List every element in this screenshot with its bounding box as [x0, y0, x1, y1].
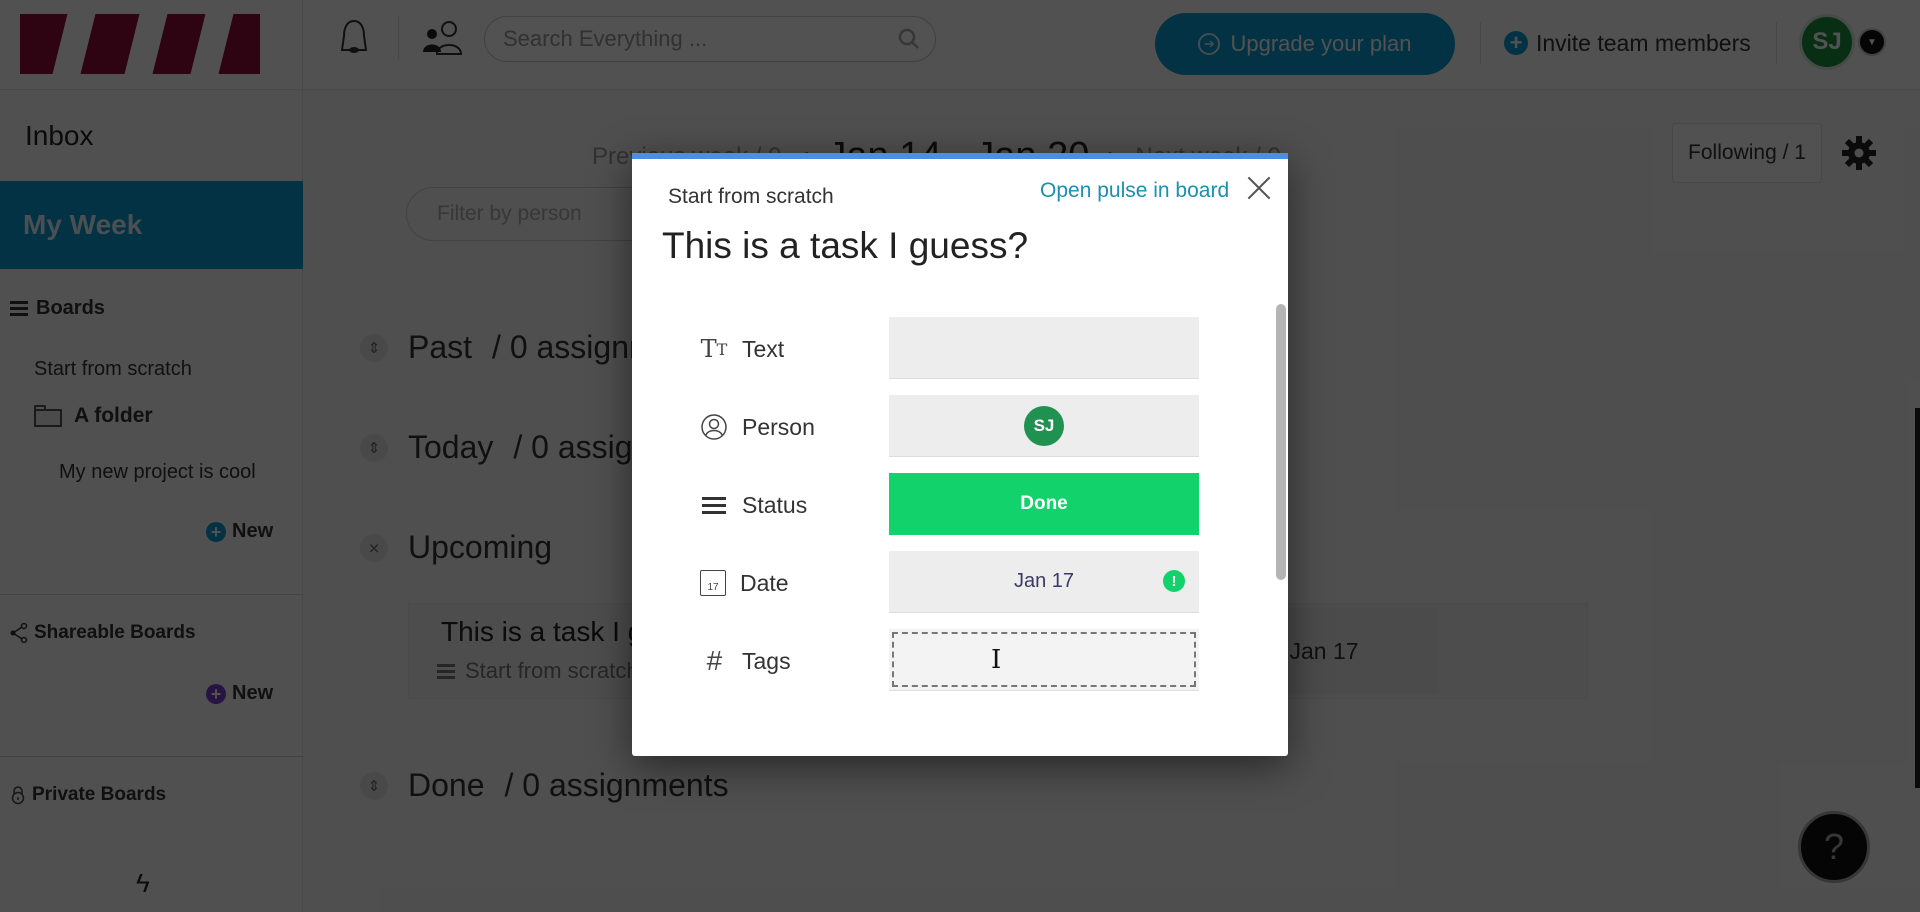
person-field-value[interactable]: SJ — [889, 395, 1199, 457]
field-label: Tags — [742, 647, 791, 674]
status-lines-icon — [700, 496, 728, 514]
person-avatar: SJ — [1024, 405, 1064, 446]
hash-icon: # — [706, 645, 722, 676]
pulse-modal: Start from scratch Open pulse in board T… — [632, 153, 1288, 756]
date-value: Jan 17 — [1013, 570, 1075, 592]
calendar-icon: 17 — [700, 570, 726, 596]
date-field-value[interactable]: Jan 17 ! — [889, 551, 1199, 613]
modal-board-name: Start from scratch — [668, 185, 834, 208]
field-label: Person — [742, 413, 815, 440]
field-text: TT Text — [700, 317, 1210, 381]
field-date: 17 Date Jan 17 ! — [700, 551, 1210, 615]
tags-field[interactable]: I — [889, 629, 1199, 691]
modal-title[interactable]: This is a task I guess? — [662, 225, 1028, 267]
field-person: Person SJ — [700, 395, 1210, 459]
status-field-value[interactable]: Done — [889, 473, 1199, 535]
text-type-icon: TT — [700, 335, 728, 363]
field-label: Status — [742, 491, 808, 518]
tags-input[interactable] — [899, 639, 1189, 679]
field-label: Text — [742, 335, 785, 362]
person-icon — [701, 414, 727, 440]
field-status: Status Done — [700, 473, 1210, 537]
field-label: Date — [740, 569, 789, 596]
alert-exclamation-icon: ! — [1163, 570, 1185, 592]
modal-scrollbar[interactable] — [1276, 304, 1286, 580]
text-field-value[interactable] — [889, 317, 1199, 379]
close-icon[interactable] — [1244, 173, 1274, 203]
field-tags: # Tags I — [700, 629, 1210, 693]
open-pulse-in-board-link[interactable]: Open pulse in board — [1040, 179, 1229, 203]
text-cursor-icon: I — [991, 645, 1002, 675]
